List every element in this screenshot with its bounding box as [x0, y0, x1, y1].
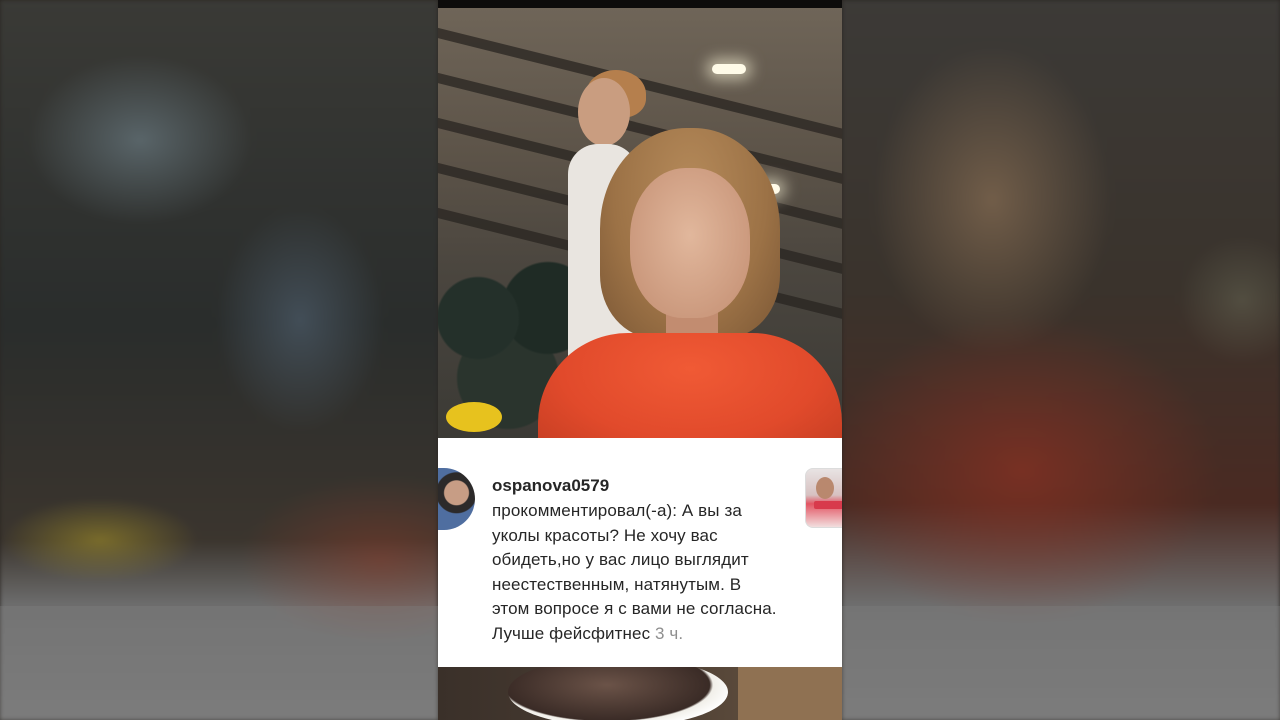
- bowl: [508, 667, 728, 720]
- video-scene-bottom: [438, 667, 842, 720]
- post-thumbnail-icon[interactable]: [805, 468, 842, 528]
- tablecloth: [738, 667, 842, 720]
- yellow-plate: [446, 402, 502, 432]
- comment-notification-card[interactable]: ospanova0579 прокомментировал(-а): А вы …: [438, 438, 842, 667]
- video-scene: [438, 8, 842, 438]
- user-avatar[interactable]: [438, 468, 475, 530]
- comment-timestamp: 3 ч.: [655, 623, 684, 643]
- woman-in-orange-sweater: [538, 128, 842, 438]
- video-stage: ospanova0579 прокомментировал(-а): А вы …: [0, 0, 1280, 720]
- comment-text: прокомментировал(-а): А вы за уколы крас…: [492, 499, 782, 647]
- ceiling-lamp: [712, 64, 746, 74]
- comment-body: прокомментировал(-а): А вы за уколы крас…: [492, 501, 777, 643]
- comment-username[interactable]: ospanova0579: [492, 476, 609, 496]
- video-top-bar: [438, 0, 842, 8]
